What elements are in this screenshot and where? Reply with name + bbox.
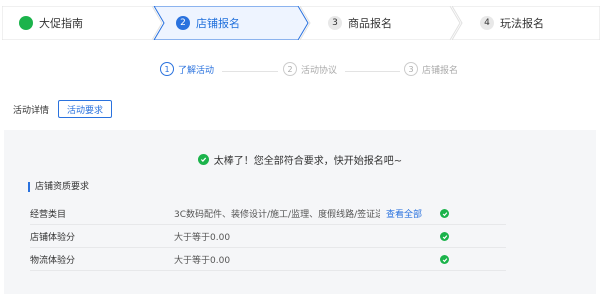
- step-number: 2: [176, 16, 190, 30]
- check-circle-icon: [440, 209, 449, 218]
- step-bar: 大促指南 2 店铺报名 3 商品报名 4 玩法报名: [2, 6, 600, 40]
- requirement-value: 3C数码配件、装修设计/施工/监理、度假线路/签证送关: [174, 210, 380, 220]
- substep-number: 2: [283, 62, 297, 76]
- step-label: 大促指南: [39, 17, 83, 30]
- substep-shop-signup: 3 店铺报名: [404, 62, 458, 76]
- substep-label: 店铺报名: [422, 65, 459, 76]
- step-label: 店铺报名: [196, 17, 240, 30]
- substep-label: 了解活动: [178, 65, 215, 76]
- view-all-link[interactable]: 查看全部: [386, 207, 422, 220]
- tab-activity-details[interactable]: 活动详情: [4, 100, 58, 118]
- requirements-panel: 太棒了！您全部符合要求，快开始报名吧~ 店铺资质要求 经营类目 3C数码配件、装…: [4, 130, 596, 294]
- requirement-label: 经营类目: [30, 210, 67, 220]
- step-guide[interactable]: 大促指南: [19, 6, 83, 40]
- check-circle-icon: [197, 154, 209, 165]
- success-message: 太棒了！您全部符合要求，快开始报名吧~: [213, 156, 403, 167]
- requirement-row-category: 经营类目 3C数码配件、装修设计/施工/监理、度假线路/签证送关 查看全部: [30, 203, 506, 225]
- tab-bar: 活动详情 活动要求: [4, 100, 113, 118]
- step-number: 3: [328, 16, 342, 30]
- step-product-signup[interactable]: 3 商品报名: [328, 6, 392, 40]
- success-banner: 太棒了！您全部符合要求，快开始报名吧~: [4, 152, 596, 167]
- requirement-row-shop-score: 店铺体验分 大于等于0.00: [30, 226, 506, 248]
- substep-understand: 1 了解活动: [160, 62, 214, 76]
- sub-steps: 1 了解活动 2 活动协议 3 店铺报名: [0, 62, 600, 80]
- step-shop-signup[interactable]: 2 店铺报名: [176, 6, 240, 40]
- step-label: 玩法报名: [500, 17, 544, 30]
- check-circle-icon: [440, 232, 449, 241]
- substep-label: 活动协议: [301, 65, 338, 76]
- requirement-value: 大于等于0.00: [174, 233, 231, 243]
- substep-agreement: 2 活动协议: [283, 62, 337, 76]
- section-title: 店铺资质要求: [28, 182, 89, 192]
- step-label: 商品报名: [348, 17, 392, 30]
- tab-activity-requirements[interactable]: 活动要求: [58, 100, 113, 118]
- substep-divider: [222, 71, 278, 72]
- requirement-label: 店铺体验分: [30, 233, 76, 243]
- requirement-label: 物流体验分: [30, 256, 76, 266]
- substep-number: 1: [160, 62, 174, 76]
- requirement-value: 大于等于0.00: [174, 256, 231, 266]
- step-gameplay-signup[interactable]: 4 玩法报名: [480, 6, 544, 40]
- check-circle-icon: [440, 255, 449, 264]
- check-circle-icon: [19, 7, 33, 30]
- substep-number: 3: [404, 62, 418, 76]
- substep-divider: [345, 71, 400, 72]
- requirement-row-logistics-score: 物流体验分 大于等于0.00: [30, 249, 506, 271]
- step-number: 4: [480, 16, 494, 30]
